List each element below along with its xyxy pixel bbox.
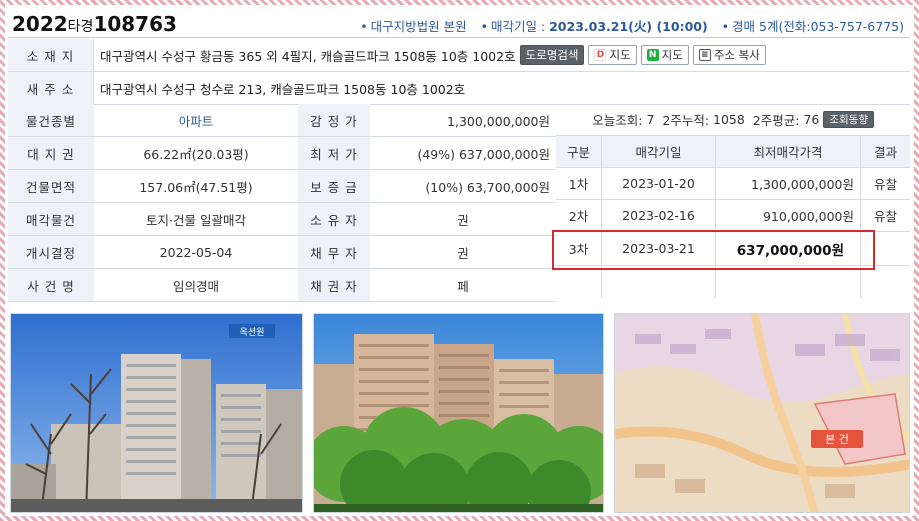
naver-map-label: 지도 bbox=[661, 48, 683, 62]
address-value: 대구광역시 수성구 황금동 365 외 4필지, 캐슬골드파크 1508동 10… bbox=[100, 48, 516, 64]
col-round: 구분 bbox=[556, 136, 602, 167]
daum-icon: D bbox=[594, 49, 607, 61]
bullet-icon: • bbox=[721, 19, 730, 34]
photo-strip: 옥션원 본 건 bbox=[10, 313, 910, 513]
land-value: 66.22㎡(20.03평) bbox=[94, 137, 298, 170]
land-label: 대 지 권 bbox=[8, 137, 94, 170]
new-address-value: 대구광역시 수성구 청수로 213, 캐슬골드파크 1508동 10층 1002… bbox=[100, 81, 466, 97]
col-min-price: 최저매각가격 bbox=[716, 136, 861, 167]
start-decision-value: 2022-05-04 bbox=[94, 236, 298, 269]
bullet-icon: • bbox=[360, 19, 368, 34]
two-week-views: 1058 bbox=[713, 112, 745, 127]
min-price-value: (49%) 637,000,000원 bbox=[370, 137, 556, 170]
deposit-value: (10%) 63,700,000원 bbox=[370, 170, 556, 203]
daum-map-button[interactable]: D 지도 bbox=[588, 45, 637, 65]
creditor-value: 페 bbox=[370, 269, 556, 302]
round-cell: 2차 bbox=[556, 200, 602, 231]
case-year: 2022 bbox=[12, 12, 68, 36]
building-photo-1-image: 옥션원 bbox=[11, 314, 302, 512]
auction-dept: 경매 5계 bbox=[732, 19, 779, 34]
today-views: 7 bbox=[646, 112, 655, 127]
view-stats: 오늘조회: 7 2주누적: 1058 2주평균: 76 조회동향 bbox=[556, 104, 910, 136]
case-header: 2022타경108763 • 대구지방법원 본원 • 매각기일 : 2023.03.… bbox=[8, 8, 910, 38]
price-cell: 910,000,000원 bbox=[716, 200, 861, 231]
copy-address-label: 주소 복사 bbox=[713, 48, 760, 62]
owner-label: 소 유 자 bbox=[298, 203, 370, 236]
road-search-button[interactable]: 도로명검색 bbox=[519, 45, 585, 65]
table-row: 1차 2023-01-20 1,300,000,000원 유찰 bbox=[556, 168, 910, 200]
address-label: 소 재 지 bbox=[8, 39, 94, 71]
sale-date: 2023.03.21(火) (10:00) bbox=[549, 19, 708, 34]
col-result: 결과 bbox=[861, 136, 910, 167]
result-cell: 유찰 bbox=[873, 177, 897, 192]
two-week-label: 2주누적: bbox=[662, 113, 710, 128]
empty-cell bbox=[716, 266, 861, 298]
appraisal-label: 감 정 가 bbox=[298, 104, 370, 137]
type-value: 아파트 bbox=[94, 104, 298, 137]
building-photo-2-image bbox=[314, 314, 603, 512]
appraisal-value: 1,300,000,000원 bbox=[370, 104, 556, 137]
building-photo-2[interactable] bbox=[313, 313, 604, 513]
table-row: 2차 2023-02-16 910,000,000원 유찰 bbox=[556, 200, 910, 232]
sale-item-value: 토지·건물 일괄매각 bbox=[94, 203, 298, 236]
case-type: 타경 bbox=[67, 19, 94, 35]
debtor-label: 채 무 자 bbox=[298, 236, 370, 269]
case-number: 2022타경108763 bbox=[12, 12, 177, 36]
col-date: 매각기일 bbox=[602, 136, 716, 167]
court-name: 대구지방법원 본원 bbox=[370, 19, 467, 34]
owner-value: 권 bbox=[370, 203, 556, 236]
date-cell: 2023-02-16 bbox=[602, 200, 716, 231]
dept-phone: (전화:053-757-6775) bbox=[778, 19, 904, 34]
bullet-icon: • bbox=[480, 19, 488, 34]
daum-map-label: 지도 bbox=[609, 48, 631, 62]
building-area-value: 157.06㎡(47.51평) bbox=[94, 170, 298, 203]
naver-icon: N bbox=[646, 49, 659, 61]
avg-views: 76 bbox=[803, 112, 820, 127]
watermark-text: 옥션원 bbox=[240, 327, 265, 338]
case-serial: 108763 bbox=[93, 12, 177, 36]
sale-date-label: 매각기일 : bbox=[490, 19, 550, 34]
result-cell: 유찰 bbox=[873, 209, 897, 224]
new-address-label: 새 주 소 bbox=[8, 72, 94, 104]
address-value-cell: 대구광역시 수성구 황금동 365 외 4필지, 캐슬골드파크 1508동 10… bbox=[100, 39, 908, 71]
case-name-value: 임의경매 bbox=[94, 269, 298, 302]
sale-item-label: 매각물건 bbox=[8, 203, 94, 236]
naver-map-button[interactable]: N 지도 bbox=[640, 45, 689, 65]
new-address-row: 새 주 소 대구광역시 수성구 청수로 213, 캐슬골드파크 1508동 10… bbox=[8, 72, 910, 105]
price-cell: 1,300,000,000원 bbox=[716, 168, 861, 199]
today-views-label: 오늘조회: bbox=[592, 113, 643, 128]
location-map-image: 본 건 bbox=[615, 314, 909, 512]
debtor-value: 권 bbox=[370, 236, 556, 269]
empty-cell bbox=[556, 266, 602, 298]
copy-icon: ≡ bbox=[698, 49, 711, 61]
start-decision-label: 개시결정 bbox=[8, 236, 94, 269]
avg-label: 2주평균: bbox=[752, 113, 800, 128]
view-trend-button[interactable]: 조회동향 bbox=[823, 111, 874, 128]
type-label: 물건종별 bbox=[8, 104, 94, 137]
map-marker-label: 본 건 bbox=[825, 433, 849, 446]
creditor-label: 채 권 자 bbox=[298, 269, 370, 302]
history-header-row: 구분 매각기일 최저매각가격 결과 bbox=[556, 136, 910, 168]
current-round-highlight bbox=[552, 230, 875, 270]
building-area-label: 건물면적 bbox=[8, 170, 94, 203]
table-row-empty bbox=[556, 266, 910, 298]
address-row: 소 재 지 대구광역시 수성구 황금동 365 외 4필지, 캐슬골드파크 15… bbox=[8, 39, 910, 72]
round-cell: 1차 bbox=[556, 168, 602, 199]
empty-cell bbox=[602, 266, 716, 298]
case-name-label: 사 건 명 bbox=[8, 269, 94, 302]
deposit-label: 보 증 금 bbox=[298, 170, 370, 203]
building-photo-1[interactable]: 옥션원 bbox=[10, 313, 303, 513]
min-price-label: 최 저 가 bbox=[298, 137, 370, 170]
copy-address-button[interactable]: ≡ 주소 복사 bbox=[692, 45, 766, 65]
location-map[interactable]: 본 건 bbox=[614, 313, 910, 513]
header-info: • 대구지방법원 본원 • 매각기일 : 2023.03.21(火) (10:00)… bbox=[360, 16, 904, 35]
date-cell: 2023-01-20 bbox=[602, 168, 716, 199]
